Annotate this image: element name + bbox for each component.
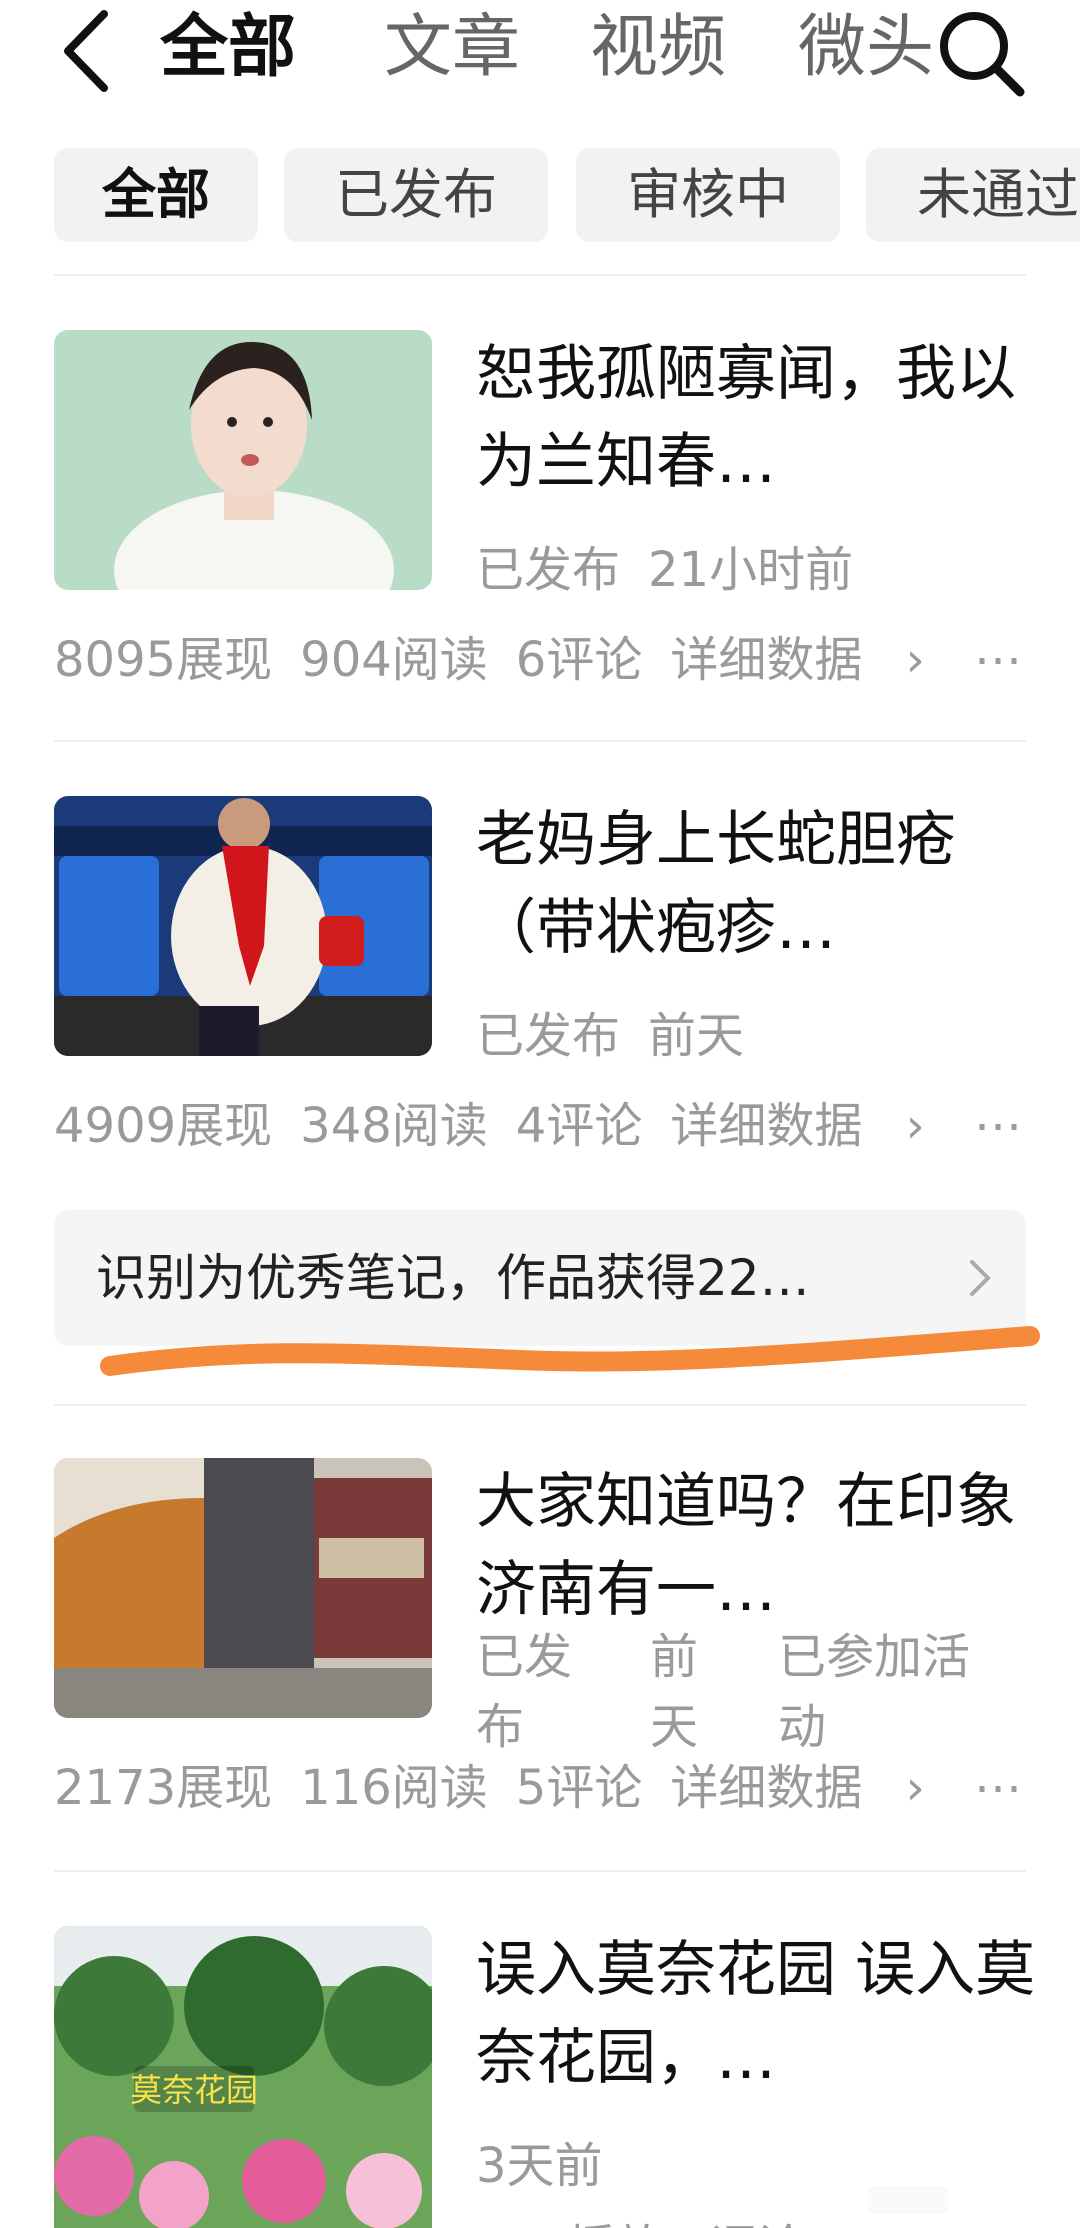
comments-count: 6评论	[515, 632, 643, 688]
status-label: 已发布	[476, 542, 621, 598]
reads-count: 904阅读	[300, 632, 488, 688]
thumbnail-image[interactable]	[54, 1458, 432, 1718]
item-meta: 3天前	[476, 2126, 631, 2196]
chevron-right-icon: ›	[890, 632, 925, 688]
scroll-indicator	[868, 2186, 948, 2214]
item-stats: 2173展现 116阅读 5评论 详细数据 ›	[54, 1748, 1026, 1818]
status-label: 已发布	[476, 1629, 573, 1755]
item-stats: 4909展现 348阅读 4评论 详细数据 ›	[54, 1086, 1026, 1156]
highlight-underline-stroke	[100, 1326, 1040, 1376]
filter-chip-rejected[interactable]: 未通过	[866, 148, 1080, 242]
detail-data-link[interactable]: 详细数据 ›	[670, 632, 952, 688]
back-arrow-icon[interactable]	[58, 6, 118, 96]
divider	[54, 274, 1026, 276]
comments-count: 5评论	[515, 1760, 643, 1816]
more-options-icon[interactable]: …	[974, 1086, 1026, 1142]
status-label: 已发布	[476, 1008, 621, 1064]
impressions-count: 2173展现	[54, 1760, 273, 1816]
more-options-icon[interactable]: …	[974, 620, 1026, 676]
reads-count: 348阅读	[300, 1098, 488, 1154]
filter-chip-published[interactable]: 已发布	[284, 148, 548, 242]
filter-chip-reviewing[interactable]: 审核中	[576, 148, 840, 242]
thumbnail-caption: 莫奈花园	[130, 2071, 258, 2109]
chevron-right-icon: ›	[890, 1098, 925, 1154]
divider	[54, 1404, 1026, 1406]
time-label: 前天	[650, 1629, 699, 1755]
tab-articles[interactable]: 文章	[384, 8, 520, 88]
time-label: 3天前	[476, 2138, 603, 2194]
thumbnail-image[interactable]	[54, 796, 432, 1056]
chevron-right-icon	[970, 1260, 991, 1296]
reads-count: 116阅读	[300, 1760, 488, 1816]
item-meta: 已发布 21小时前	[476, 530, 881, 600]
item-title[interactable]: 老妈身上长蛇胆疮（带状疱疹…	[476, 796, 1036, 972]
thumbnail-image[interactable]: 莫奈花园	[54, 1926, 432, 2228]
detail-data-link[interactable]: 详细数据 ›	[670, 1098, 952, 1154]
tab-micro-headlines[interactable]: 微头	[798, 8, 934, 88]
chevron-right-icon: ›	[890, 1760, 925, 1816]
time-label: 21小时前	[648, 542, 854, 598]
detail-data-link[interactable]: 详细数据 ›	[670, 1760, 952, 1816]
status-filter-bar: 全部 已发布 审核中 未通过	[0, 148, 1080, 244]
time-label: 前天	[648, 1008, 745, 1064]
impressions-count: 4909展现	[54, 1098, 273, 1154]
item-stats: 8095展现 904阅读 6评论 详细数据 ›	[54, 620, 1026, 690]
filter-chip-all[interactable]: 全部	[54, 148, 258, 242]
item-title[interactable]: 恕我孤陋寡闻，我以为兰知春…	[476, 330, 1036, 506]
item-stats-partial: 120播放 0评论	[476, 2208, 833, 2228]
tab-all[interactable]: 全部	[160, 8, 296, 88]
top-nav-bar: 全部 文章 视频 微头	[0, 0, 1080, 120]
impressions-count: 8095展现	[54, 632, 273, 688]
comments-count: 4评论	[515, 1098, 643, 1154]
item-title[interactable]: 误入莫奈花园 误入莫奈花园，…	[476, 1926, 1036, 2102]
activity-label: 已参加活动	[778, 1629, 971, 1755]
search-icon[interactable]	[930, 2, 1030, 102]
thumbnail-image[interactable]	[54, 330, 432, 590]
divider	[54, 740, 1026, 742]
divider	[54, 1870, 1026, 1872]
item-title[interactable]: 大家知道吗？在印象济南有一…	[476, 1458, 1036, 1634]
item-meta: 已发布 前天	[476, 996, 772, 1066]
tab-videos[interactable]: 视频	[590, 8, 726, 88]
more-options-icon[interactable]: …	[974, 1748, 1026, 1804]
